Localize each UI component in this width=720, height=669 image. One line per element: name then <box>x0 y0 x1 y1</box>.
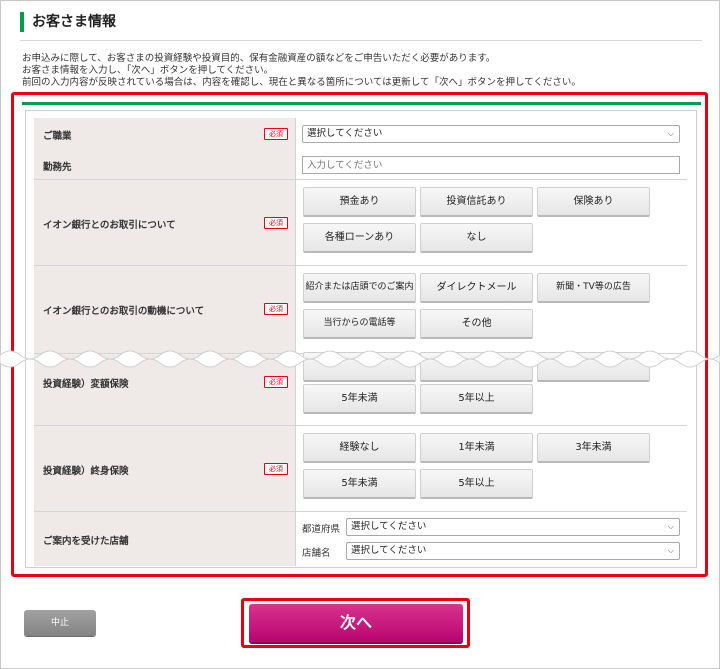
option-other[interactable]: その他 <box>420 309 533 339</box>
relationship-label: イオン銀行とのお取引について <box>43 220 176 231</box>
intro-line-2: お客さま情報を入力し、「次へ」ボタンを押してください。 <box>22 65 274 76</box>
required-badge: 必須 <box>264 217 288 229</box>
chevron-down-icon: ⌵ <box>667 522 674 531</box>
row-branch: ご案内を受けた店舗 都道府県 選択してください ⌵ 店舗名 選択してください ⌵ <box>34 512 687 566</box>
option-over-5-years[interactable]: 5年以上 <box>420 384 533 414</box>
next-button[interactable]: 次へ <box>249 604 463 642</box>
cancel-button[interactable]: 中止 <box>24 610 96 636</box>
option-none[interactable]: なし <box>420 223 533 253</box>
option-investment-trust[interactable]: 投資信託あり <box>420 187 533 217</box>
row-label-cell: ご職業 必須 勤務先 <box>34 118 296 179</box>
workplace-input[interactable] <box>302 156 680 174</box>
row-motive: イオン銀行とのお取引の動機について 必須 紹介または店頭でのご案内 ダイレクトメ… <box>34 266 687 354</box>
row-label-cell: イオン銀行とのお取引の動機について 必須 <box>34 266 296 353</box>
occupation-select-value: 選択してください <box>307 128 383 139</box>
option-loans[interactable]: 各種ローンあり <box>303 223 416 253</box>
row-label-cell: 投資経験）変額保険 必須 <box>34 354 296 425</box>
motive-label: イオン銀行とのお取引の動機について <box>43 306 205 317</box>
required-badge: 必須 <box>264 303 288 315</box>
occupation-label: ご職業 <box>43 131 72 142</box>
option-over-5-years[interactable]: 5年以上 <box>420 469 533 499</box>
row-whole-life-insurance: 投資経験）終身保険 必須 経験なし 1年未満 3年未満 5年未満 5年以上 <box>34 426 687 512</box>
store-select[interactable]: 選択してください ⌵ <box>346 542 680 560</box>
row-label-cell: イオン銀行とのお取引について 必須 <box>34 180 296 265</box>
chevron-down-icon: ⌵ <box>667 546 674 555</box>
occupation-select[interactable]: 選択してください ⌵ <box>302 125 680 143</box>
row-content-cell: 選択してください ⌵ <box>296 118 687 179</box>
store-label: 店舗名 <box>302 548 331 559</box>
option-partial[interactable] <box>537 352 650 382</box>
option-under-3-years[interactable]: 3年未満 <box>537 433 650 463</box>
prefecture-label: 都道府県 <box>302 524 341 535</box>
option-media-ad[interactable]: 新聞・TV等の広告 <box>537 273 650 303</box>
row-content-cell: 経験なし 1年未満 3年未満 5年未満 5年以上 <box>296 426 687 511</box>
branch-label: ご案内を受けた店舗 <box>43 536 129 547</box>
required-badge: 必須 <box>264 128 288 140</box>
option-referral[interactable]: 紹介または店頭でのご案内 <box>303 273 416 303</box>
intro-text: お申込みに際して、お客さまの投資経験や投資目的、保有金融資産の額などをご申告いた… <box>22 53 712 89</box>
required-badge: 必須 <box>264 463 288 475</box>
row-variable-insurance: 投資経験）変額保険 必須 5年未満 5年以上 <box>34 352 687 426</box>
option-phone-call[interactable]: 当行からの電話等 <box>303 309 416 339</box>
option-partial[interactable] <box>420 352 533 382</box>
workplace-label: 勤務先 <box>43 162 72 173</box>
option-under-5-years[interactable]: 5年未満 <box>303 384 416 414</box>
row-label-cell: 投資経験）終身保険 必須 <box>34 426 296 511</box>
row-label-cell: ご案内を受けた店舗 <box>34 512 296 566</box>
variable-insurance-label: 投資経験）変額保険 <box>43 379 129 390</box>
row-content-cell: 紹介または店頭でのご案内 ダイレクトメール 新聞・TV等の広告 当行からの電話等… <box>296 266 687 353</box>
prefecture-select-value: 選択してください <box>351 521 427 532</box>
form-top-bar <box>22 102 701 105</box>
required-badge: 必須 <box>264 376 288 388</box>
option-direct-mail[interactable]: ダイレクトメール <box>420 273 533 303</box>
intro-line-3: 前回の入力内容が反映されている場合は、内容を確認し、現在と異なる箇所については更… <box>22 77 581 88</box>
row-content-cell: 都道府県 選択してください ⌵ 店舗名 選択してください ⌵ <box>296 512 687 566</box>
page-title: お客さま情報 <box>20 12 116 32</box>
prefecture-select[interactable]: 選択してください ⌵ <box>346 518 680 536</box>
title-divider <box>20 40 702 41</box>
row-relationship: イオン銀行とのお取引について 必須 預金あり 投資信託あり 保険あり 各種ローン… <box>34 180 687 266</box>
option-partial[interactable] <box>303 352 416 382</box>
row-content-cell: 預金あり 投資信託あり 保険あり 各種ローンあり なし <box>296 180 687 265</box>
row-content-cell: 5年未満 5年以上 <box>296 352 687 425</box>
whole-life-insurance-label: 投資経験）終身保険 <box>43 466 129 477</box>
intro-line-1: お申込みに際して、お客さまの投資経験や投資目的、保有金融資産の額などをご申告いた… <box>22 53 496 64</box>
option-under-1-year[interactable]: 1年未満 <box>420 433 533 463</box>
option-insurance[interactable]: 保険あり <box>537 187 650 217</box>
store-select-value: 選択してください <box>351 545 427 556</box>
row-occupation: ご職業 必須 勤務先 選択してください ⌵ <box>34 118 687 180</box>
option-under-5-years[interactable]: 5年未満 <box>303 469 416 499</box>
chevron-down-icon: ⌵ <box>667 129 674 138</box>
option-deposit[interactable]: 預金あり <box>303 187 416 217</box>
option-no-experience[interactable]: 経験なし <box>303 433 416 463</box>
